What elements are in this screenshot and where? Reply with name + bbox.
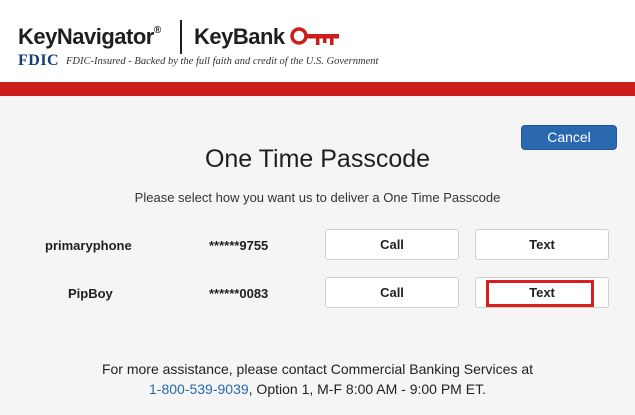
call-button-primaryphone[interactable]: Call [325, 229, 459, 260]
device-number: ******0083 [209, 286, 269, 301]
header: KeyNavigator® KeyBank FDIC FDIC-Insured … [0, 0, 635, 82]
fdic-logo: FDIC [18, 52, 60, 69]
brand-bar [0, 82, 635, 96]
device-number: ******9755 [209, 238, 269, 253]
fdic-disclaimer: FDIC-Insured - Backed by the full faith … [66, 56, 379, 67]
help-line-2-rest: , Option 1, M-F 8:00 AM - 9:00 PM ET. [248, 381, 486, 397]
text-button-primaryphone[interactable]: Text [475, 229, 609, 260]
keybank-key-icon [290, 27, 339, 45]
call-button-pipboy[interactable]: Call [325, 277, 459, 308]
device-name: PipBoy [68, 286, 113, 301]
text-button-pipboy[interactable]: Text [475, 277, 609, 308]
logo-divider [180, 20, 182, 54]
keybank-logo: KeyBank [194, 24, 285, 49]
keynavigator-logo: KeyNavigator® [18, 24, 161, 49]
page-subtitle: Please select how you want us to deliver… [134, 190, 501, 205]
help-line-1: For more assistance, please contact Comm… [101, 361, 534, 377]
support-phone-link[interactable]: 1-800-539-9039 [149, 381, 249, 397]
registered-mark: ® [153, 25, 161, 36]
help-line-2: 1-800-539-9039, Option 1, M-F 8:00 AM - … [0, 379, 635, 399]
page-title: One Time Passcode [204, 145, 431, 173]
device-name: primaryphone [45, 238, 132, 253]
help-text: For more assistance, please contact Comm… [0, 359, 635, 399]
